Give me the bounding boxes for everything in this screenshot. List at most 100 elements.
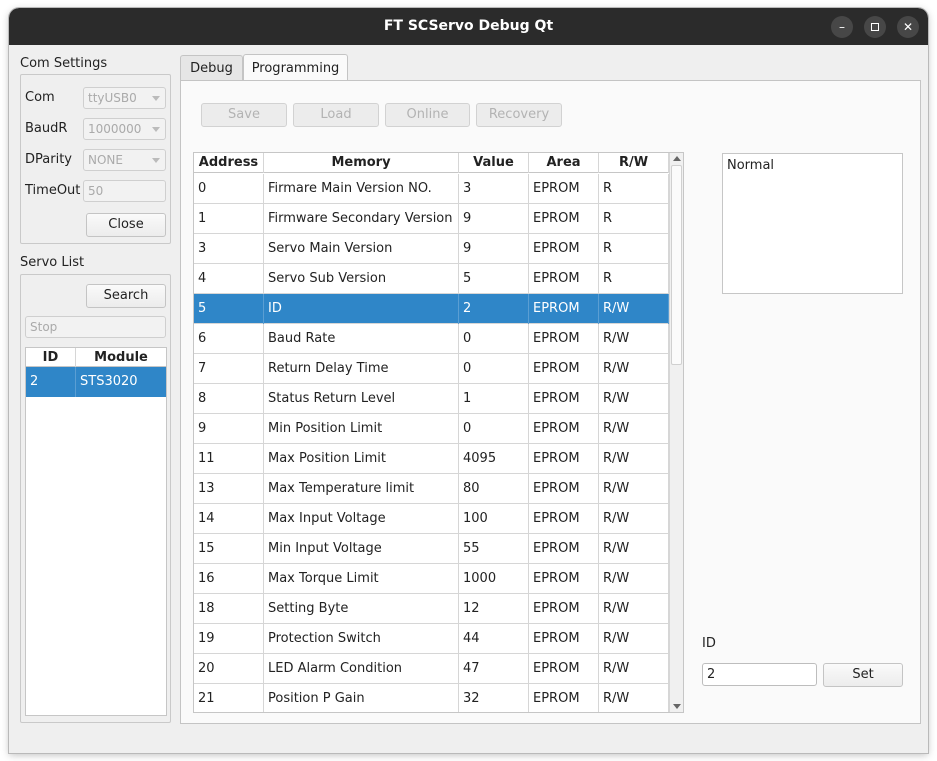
cell-area: EPROM [529,204,599,234]
save-button[interactable]: Save [201,103,287,127]
table-row[interactable]: 15 Min Input Voltage 55 EPROM R/W [194,534,669,564]
cell-area: EPROM [529,414,599,444]
cell-area: EPROM [529,684,599,712]
baud-select[interactable]: 1000000 [83,118,166,140]
memory-table-header: Address Memory Value Area R/W [194,153,669,173]
load-button[interactable]: Load [293,103,379,127]
app-window: FT SCServo Debug Qt – ✕ Com Settings Com… [9,8,928,753]
column-header-address[interactable]: Address [194,153,264,173]
cell-value: 32 [459,684,529,712]
table-row[interactable]: 0 Firmare Main Version NO. 3 EPROM R [194,174,669,204]
status-box: Normal [722,153,903,294]
cell-address: 3 [194,234,264,264]
column-header-id[interactable]: ID [26,348,76,367]
servo-table: ID Module 2 STS3020 [25,347,167,716]
cell-value: 100 [459,504,529,534]
servo-row[interactable]: 2 STS3020 [26,367,166,397]
close-button[interactable]: Close [86,213,166,237]
cell-memory: Baud Rate [264,324,459,354]
minimize-icon[interactable]: – [831,16,853,38]
close-icon[interactable]: ✕ [897,16,919,38]
column-header-module[interactable]: Module [76,348,166,367]
timeout-label: TimeOut [25,183,81,198]
cell-area: EPROM [529,384,599,414]
table-row[interactable]: 13 Max Temperature limit 80 EPROM R/W [194,474,669,504]
table-row[interactable]: 11 Max Position Limit 4095 EPROM R/W [194,444,669,474]
table-row[interactable]: 18 Setting Byte 12 EPROM R/W [194,594,669,624]
cell-memory: Firmare Main Version NO. [264,174,459,204]
table-row[interactable]: 6 Baud Rate 0 EPROM R/W [194,324,669,354]
cell-memory: LED Alarm Condition [264,654,459,684]
id-input[interactable]: 2 [702,663,817,686]
table-row[interactable]: 4 Servo Sub Version 5 EPROM R [194,264,669,294]
column-header-value[interactable]: Value [459,153,529,173]
cell-memory: Min Input Voltage [264,534,459,564]
table-row[interactable]: 16 Max Torque Limit 1000 EPROM R/W [194,564,669,594]
cell-address: 20 [194,654,264,684]
cell-rw: R/W [599,504,669,534]
parity-select[interactable]: NONE [83,149,166,171]
cell-area: EPROM [529,504,599,534]
table-row[interactable]: 20 LED Alarm Condition 47 EPROM R/W [194,654,669,684]
cell-rw: R/W [599,444,669,474]
cell-rw: R/W [599,354,669,384]
cell-rw: R/W [599,594,669,624]
scrollbar-thumb[interactable] [671,165,682,365]
cell-rw: R [599,174,669,204]
servo-table-header: ID Module [26,348,166,367]
chevron-down-icon [152,127,160,132]
table-row[interactable]: 7 Return Delay Time 0 EPROM R/W [194,354,669,384]
cell-value: 2 [459,294,529,324]
table-row[interactable]: 19 Protection Switch 44 EPROM R/W [194,624,669,654]
cell-address: 11 [194,444,264,474]
search-button[interactable]: Search [86,284,166,308]
cell-value: 9 [459,204,529,234]
table-row[interactable]: 5 ID 2 EPROM R/W [194,294,669,324]
parity-label: DParity [25,152,72,167]
cell-value: 4095 [459,444,529,474]
stop-field[interactable]: Stop [25,316,166,338]
cell-address: 19 [194,624,264,654]
tab-debug[interactable]: Debug [180,55,243,81]
maximize-icon[interactable] [864,16,886,38]
set-button[interactable]: Set [823,663,903,687]
cell-rw: R/W [599,684,669,712]
column-header-area[interactable]: Area [529,153,599,173]
table-row[interactable]: 21 Position P Gain 32 EPROM R/W [194,684,669,712]
com-select[interactable]: ttyUSB0 [83,87,166,109]
cell-value: 1 [459,384,529,414]
vertical-scrollbar[interactable] [669,153,683,712]
scroll-up-icon[interactable] [673,156,681,161]
cell-value: 1000 [459,564,529,594]
table-row[interactable]: 8 Status Return Level 1 EPROM R/W [194,384,669,414]
cell-area: EPROM [529,234,599,264]
cell-memory: Firmware Secondary Version ... [264,204,459,234]
table-row[interactable]: 1 Firmware Secondary Version ... 9 EPROM R [194,204,669,234]
cell-address: 5 [194,294,264,324]
column-header-memory[interactable]: Memory [264,153,459,173]
tab-programming[interactable]: Programming [243,54,348,81]
cell-rw: R/W [599,534,669,564]
column-header-rw[interactable]: R/W [599,153,669,173]
cell-rw: R [599,234,669,264]
online-button[interactable]: Online [385,103,470,127]
cell-rw: R/W [599,564,669,594]
table-row[interactable]: 14 Max Input Voltage 100 EPROM R/W [194,504,669,534]
cell-memory: Status Return Level [264,384,459,414]
cell-area: EPROM [529,564,599,594]
timeout-field[interactable]: 50 [83,180,166,202]
cell-value: 55 [459,534,529,564]
cell-area: EPROM [529,624,599,654]
table-row[interactable]: 3 Servo Main Version 9 EPROM R [194,234,669,264]
table-row[interactable]: 9 Min Position Limit 0 EPROM R/W [194,414,669,444]
cell-address: 9 [194,414,264,444]
recovery-button[interactable]: Recovery [476,103,562,127]
cell-memory: Max Position Limit [264,444,459,474]
cell-value: 44 [459,624,529,654]
com-settings-group: Com ttyUSB0 BaudR 1000000 DParity NONE T… [20,74,171,244]
cell-memory: Protection Switch [264,624,459,654]
com-label: Com [25,90,55,105]
scroll-down-icon[interactable] [673,704,681,709]
cell-area: EPROM [529,474,599,504]
cell-value: 3 [459,174,529,204]
